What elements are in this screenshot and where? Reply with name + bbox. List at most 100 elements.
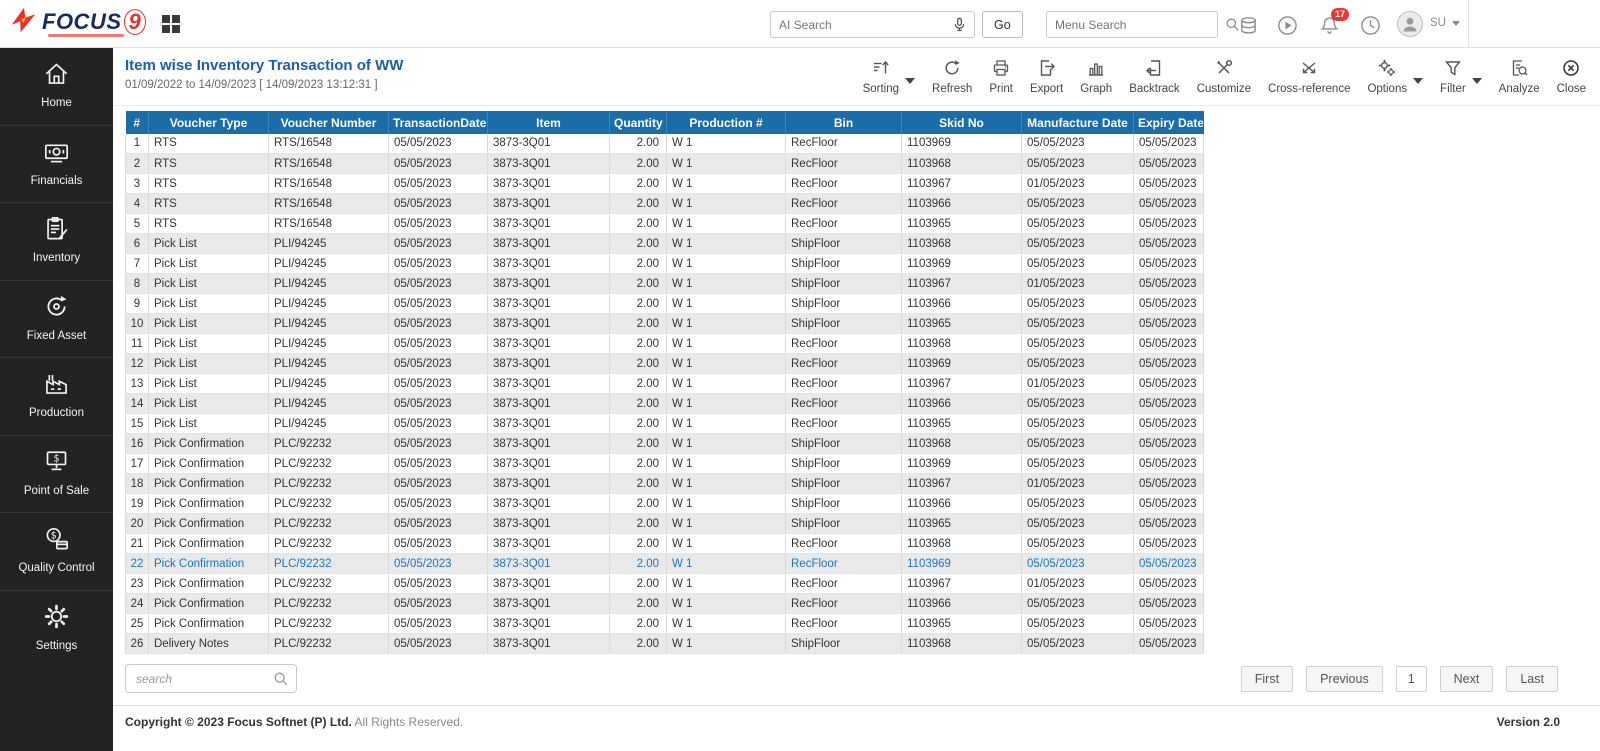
table-cell[interactable]: PLI/94245 bbox=[269, 254, 389, 274]
table-cell[interactable]: W 1 bbox=[667, 234, 786, 254]
table-search-input[interactable] bbox=[125, 664, 297, 693]
table-cell[interactable]: W 1 bbox=[667, 394, 786, 414]
table-cell[interactable]: 2.00 bbox=[610, 574, 667, 594]
table-cell[interactable]: 05/05/2023 bbox=[1022, 234, 1134, 254]
table-cell[interactable]: W 1 bbox=[667, 154, 786, 174]
table-cell[interactable]: 1103968 bbox=[902, 334, 1022, 354]
table-cell[interactable]: 05/05/2023 bbox=[389, 574, 488, 594]
table-cell[interactable]: 05/05/2023 bbox=[1134, 334, 1204, 354]
col-header-item[interactable]: Item bbox=[488, 112, 610, 134]
table-cell[interactable]: RecFloor bbox=[786, 534, 902, 554]
table-cell[interactable]: 17 bbox=[126, 454, 149, 474]
table-cell[interactable]: RecFloor bbox=[786, 214, 902, 234]
table-cell[interactable]: 05/05/2023 bbox=[389, 394, 488, 414]
table-cell[interactable]: 20 bbox=[126, 514, 149, 534]
table-cell[interactable]: 05/05/2023 bbox=[1134, 354, 1204, 374]
table-cell[interactable]: 3873-3Q01 bbox=[488, 634, 610, 654]
table-cell[interactable]: ShipFloor bbox=[786, 514, 902, 534]
filter-button[interactable]: Filter bbox=[1440, 59, 1466, 95]
menu-search-input[interactable] bbox=[1047, 12, 1218, 37]
col-header-manufacture-date[interactable]: Manufacture Date bbox=[1022, 112, 1134, 134]
table-cell[interactable]: 05/05/2023 bbox=[389, 634, 488, 654]
sorting-button[interactable]: Sorting bbox=[863, 59, 899, 95]
table-cell[interactable]: Pick List bbox=[149, 394, 269, 414]
pagination-current-page[interactable]: 1 bbox=[1396, 666, 1427, 692]
table-cell[interactable]: 12 bbox=[126, 354, 149, 374]
table-cell[interactable]: 2.00 bbox=[610, 634, 667, 654]
table-cell[interactable]: RTS/16548 bbox=[269, 214, 389, 234]
table-cell[interactable]: Pick List bbox=[149, 354, 269, 374]
table-row[interactable]: 22Pick ConfirmationPLC/9223205/05/202338… bbox=[126, 554, 1204, 574]
table-cell[interactable]: W 1 bbox=[667, 634, 786, 654]
table-cell[interactable]: 1103969 bbox=[902, 254, 1022, 274]
table-cell[interactable]: 3873-3Q01 bbox=[488, 534, 610, 554]
table-cell[interactable]: RecFloor bbox=[786, 614, 902, 634]
table-cell[interactable]: RecFloor bbox=[786, 154, 902, 174]
table-cell[interactable]: 05/05/2023 bbox=[1022, 214, 1134, 234]
table-row[interactable]: 9Pick ListPLI/9424505/05/20233873-3Q012.… bbox=[126, 294, 1204, 314]
table-cell[interactable]: ShipFloor bbox=[786, 254, 902, 274]
table-cell[interactable]: 1103965 bbox=[902, 314, 1022, 334]
table-cell[interactable]: 05/05/2023 bbox=[1134, 394, 1204, 414]
table-cell[interactable]: 05/05/2023 bbox=[1134, 634, 1204, 654]
table-cell[interactable]: RTS/16548 bbox=[269, 174, 389, 194]
table-cell[interactable]: 7 bbox=[126, 254, 149, 274]
table-cell[interactable]: 05/05/2023 bbox=[1022, 534, 1134, 554]
table-cell[interactable]: 05/05/2023 bbox=[1134, 214, 1204, 234]
table-cell[interactable]: RTS bbox=[149, 174, 269, 194]
table-cell[interactable]: 05/05/2023 bbox=[389, 214, 488, 234]
table-cell[interactable]: W 1 bbox=[667, 434, 786, 454]
table-cell[interactable]: PLC/92232 bbox=[269, 434, 389, 454]
table-cell[interactable]: ShipFloor bbox=[786, 494, 902, 514]
table-cell[interactable]: W 1 bbox=[667, 294, 786, 314]
table-cell[interactable]: 3873-3Q01 bbox=[488, 574, 610, 594]
table-cell[interactable]: ShipFloor bbox=[786, 434, 902, 454]
table-cell[interactable]: 14 bbox=[126, 394, 149, 414]
user-avatar[interactable] bbox=[1397, 11, 1423, 37]
table-cell[interactable]: 05/05/2023 bbox=[1022, 254, 1134, 274]
table-cell[interactable]: Pick Confirmation bbox=[149, 574, 269, 594]
table-cell[interactable]: 05/05/2023 bbox=[1022, 514, 1134, 534]
table-row[interactable]: 13Pick ListPLI/9424505/05/20233873-3Q012… bbox=[126, 374, 1204, 394]
table-cell[interactable]: 3873-3Q01 bbox=[488, 434, 610, 454]
table-cell[interactable]: W 1 bbox=[667, 174, 786, 194]
table-cell[interactable]: 16 bbox=[126, 434, 149, 454]
table-cell[interactable]: Pick List bbox=[149, 234, 269, 254]
table-cell[interactable]: 05/05/2023 bbox=[1022, 194, 1134, 214]
table-cell[interactable]: ShipFloor bbox=[786, 294, 902, 314]
table-cell[interactable]: 1103967 bbox=[902, 474, 1022, 494]
table-cell[interactable]: 05/05/2023 bbox=[1134, 454, 1204, 474]
table-row[interactable]: 11Pick ListPLI/9424505/05/20233873-3Q012… bbox=[126, 334, 1204, 354]
table-cell[interactable]: RTS/16548 bbox=[269, 154, 389, 174]
graph-button[interactable]: Graph bbox=[1080, 59, 1112, 95]
table-cell[interactable]: Pick List bbox=[149, 274, 269, 294]
microphone-icon[interactable] bbox=[945, 17, 974, 32]
sidebar-item-settings[interactable]: Settings bbox=[0, 591, 113, 668]
table-cell[interactable]: 1103966 bbox=[902, 394, 1022, 414]
table-cell[interactable]: 2.00 bbox=[610, 514, 667, 534]
table-cell[interactable]: 3873-3Q01 bbox=[488, 614, 610, 634]
history-clock-icon[interactable] bbox=[1358, 13, 1382, 37]
ai-search-input[interactable] bbox=[771, 12, 945, 37]
table-cell[interactable]: 05/05/2023 bbox=[1022, 314, 1134, 334]
table-cell[interactable]: 05/05/2023 bbox=[389, 134, 488, 154]
col-header-expiry-date[interactable]: Expiry Date bbox=[1134, 112, 1204, 134]
table-cell[interactable]: PLI/94245 bbox=[269, 294, 389, 314]
table-cell[interactable]: 05/05/2023 bbox=[389, 614, 488, 634]
table-cell[interactable]: 22 bbox=[126, 554, 149, 574]
refresh-button[interactable]: Refresh bbox=[932, 59, 972, 95]
table-cell[interactable]: 2.00 bbox=[610, 134, 667, 154]
table-cell[interactable]: 2.00 bbox=[610, 334, 667, 354]
table-cell[interactable]: RecFloor bbox=[786, 594, 902, 614]
play-icon[interactable] bbox=[1275, 13, 1299, 37]
table-cell[interactable]: 2.00 bbox=[610, 614, 667, 634]
table-cell[interactable]: 3873-3Q01 bbox=[488, 394, 610, 414]
table-cell[interactable]: Pick Confirmation bbox=[149, 434, 269, 454]
table-row[interactable]: 25Pick ConfirmationPLC/9223205/05/202338… bbox=[126, 614, 1204, 634]
table-row[interactable]: 10Pick ListPLI/9424505/05/20233873-3Q012… bbox=[126, 314, 1204, 334]
table-row[interactable]: 26Delivery NotesPLC/9223205/05/20233873-… bbox=[126, 634, 1204, 654]
table-cell[interactable]: 05/05/2023 bbox=[1134, 434, 1204, 454]
table-cell[interactable]: W 1 bbox=[667, 214, 786, 234]
table-cell[interactable]: 1103969 bbox=[902, 354, 1022, 374]
table-cell[interactable]: 05/05/2023 bbox=[1022, 454, 1134, 474]
